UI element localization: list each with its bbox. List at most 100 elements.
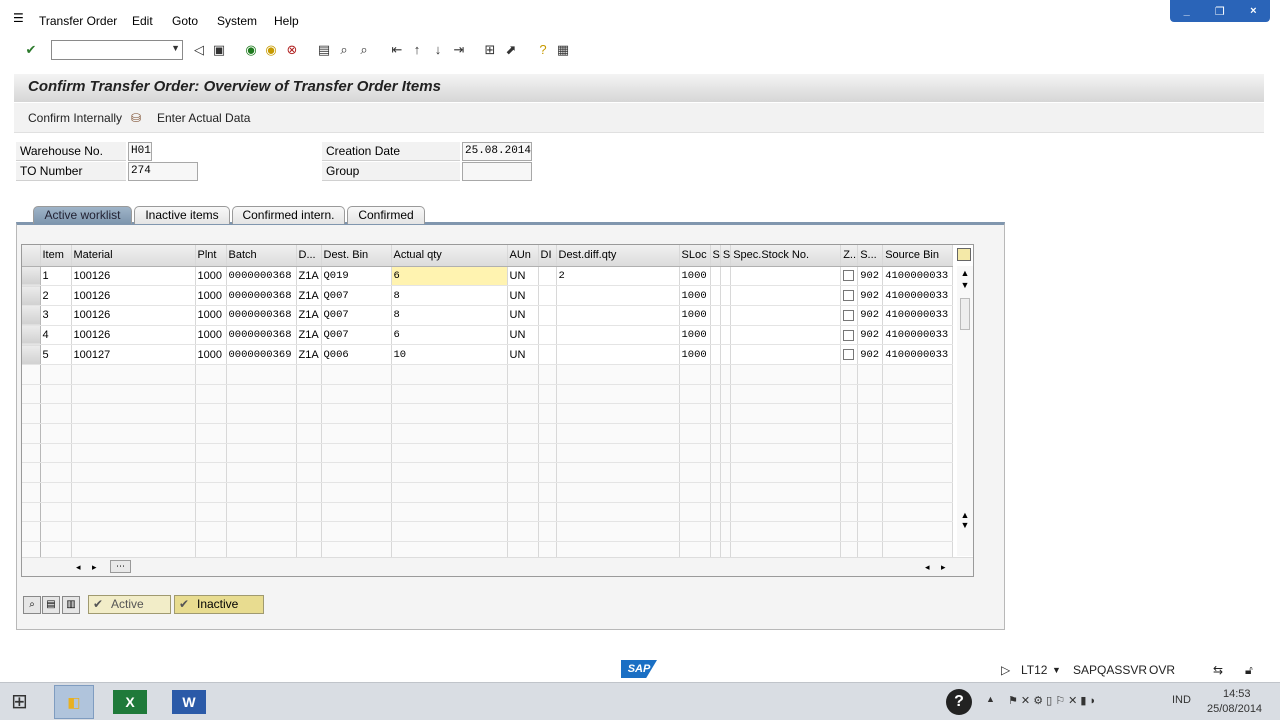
table-input-cell[interactable]: 10 xyxy=(391,344,508,365)
scroll-thumb[interactable] xyxy=(960,298,970,330)
create-session-icon[interactable]: ⊞ xyxy=(482,42,498,58)
row-selector[interactable] xyxy=(22,443,41,464)
column-header[interactable]: AUn xyxy=(507,245,539,267)
scroll-up-bottom-icon[interactable]: ▲ xyxy=(957,510,973,520)
command-field[interactable]: ▼ xyxy=(51,40,183,60)
word-app-icon[interactable]: W xyxy=(172,690,206,714)
deselect-all-button[interactable]: ▥ xyxy=(62,596,80,614)
table-input-cell[interactable] xyxy=(556,325,680,346)
row-selector[interactable] xyxy=(22,266,41,287)
menu-goto[interactable]: Goto xyxy=(172,14,198,28)
tab-confirmed-internally[interactable]: Confirmed intern. xyxy=(232,206,345,224)
column-header[interactable]: S... xyxy=(857,245,884,267)
menu-system[interactable]: System xyxy=(217,14,257,28)
save-icon[interactable]: ▣ xyxy=(211,42,227,58)
table-row[interactable] xyxy=(22,502,954,523)
column-header[interactable]: Z.. xyxy=(840,245,859,267)
table-row[interactable] xyxy=(22,443,954,464)
windows-start-icon[interactable]: ⊞ xyxy=(11,689,28,714)
table-input-cell[interactable] xyxy=(556,305,680,326)
table-input-cell[interactable] xyxy=(730,325,842,346)
table-row[interactable]: 2 100126 1000 0000000368 Z1A Q007 8 UN 1000 902 41… xyxy=(22,285,954,306)
confirm-internally-button[interactable]: Confirm Internally xyxy=(28,111,122,125)
table-row[interactable]: 1 100126 1000 0000000368 Z1A Q019 6 UN 2 1000 902 4… xyxy=(22,266,954,287)
checkbox[interactable] xyxy=(843,290,855,302)
tab-active-worklist[interactable]: Active worklist xyxy=(33,206,132,224)
table-input-cell[interactable]: 6 xyxy=(391,266,508,287)
cancel-icon[interactable]: ⊗ xyxy=(284,42,300,58)
row-selector[interactable] xyxy=(22,521,41,543)
row-selector[interactable] xyxy=(22,462,41,484)
layout-icon[interactable]: ⇆ xyxy=(1213,663,1223,677)
row-selector[interactable] xyxy=(22,384,41,405)
column-header[interactable]: SLoc xyxy=(679,245,711,267)
scroll-down-icon[interactable]: ▼ xyxy=(957,280,973,290)
enter-actual-data-button[interactable]: Enter Actual Data xyxy=(157,111,250,125)
column-header[interactable]: Dest.diff.qty xyxy=(556,245,680,267)
find-icon[interactable]: ⌕ xyxy=(336,42,352,58)
row-selector[interactable] xyxy=(22,305,41,326)
enter-icon[interactable]: ✔ xyxy=(23,42,39,58)
back-arrow-icon[interactable]: ◁ xyxy=(191,42,207,58)
row-selector[interactable] xyxy=(22,344,41,365)
row-selector[interactable] xyxy=(22,364,41,385)
table-row[interactable] xyxy=(22,521,954,543)
column-header[interactable]: Material xyxy=(71,245,196,267)
select-all-header[interactable] xyxy=(22,245,41,267)
table-input-cell[interactable] xyxy=(730,285,842,306)
menu-help[interactable]: Help xyxy=(274,14,299,28)
table-cell[interactable] xyxy=(840,285,859,306)
column-header[interactable]: Source Bin xyxy=(882,245,954,267)
table-row[interactable] xyxy=(22,423,954,444)
minimize-icon[interactable]: _ xyxy=(1174,5,1200,17)
table-input-cell[interactable]: 8 xyxy=(391,305,508,326)
prev-page-icon[interactable]: ↑ xyxy=(409,42,425,58)
column-header[interactable]: Plnt xyxy=(195,245,227,267)
print-icon[interactable]: ▤ xyxy=(316,42,332,58)
back-green-icon[interactable]: ◉ xyxy=(243,42,259,58)
table-input-cell[interactable] xyxy=(556,285,680,306)
table-input-cell[interactable]: 8 xyxy=(391,285,508,306)
column-header[interactable]: D... xyxy=(296,245,322,267)
table-row[interactable] xyxy=(22,482,954,503)
table-input-cell[interactable]: 2 xyxy=(556,266,680,287)
table-input-cell[interactable]: 6 xyxy=(391,325,508,346)
table-input-cell[interactable] xyxy=(556,344,680,365)
last-page-icon[interactable]: ⇥ xyxy=(451,42,467,58)
tray-expand-icon[interactable]: ▲ xyxy=(986,694,995,704)
table-input-cell[interactable] xyxy=(730,305,842,326)
to-number-field[interactable]: 274 xyxy=(128,162,198,181)
table-cell[interactable] xyxy=(840,344,859,365)
table-cell[interactable] xyxy=(840,325,859,346)
exit-icon[interactable]: ◉ xyxy=(263,42,279,58)
help-icon[interactable]: ? xyxy=(535,42,551,58)
column-header[interactable]: Item xyxy=(40,245,72,267)
tab-confirmed[interactable]: Confirmed xyxy=(347,206,425,224)
customize-layout-icon[interactable]: ▦ xyxy=(555,42,571,58)
group-field[interactable] xyxy=(462,162,532,181)
close-icon[interactable]: × xyxy=(1240,5,1266,17)
row-selector[interactable] xyxy=(22,285,41,306)
chevron-down-icon[interactable]: ▼ xyxy=(171,43,180,53)
column-header[interactable]: S xyxy=(710,245,721,267)
row-selector[interactable] xyxy=(22,482,41,503)
restore-icon[interactable]: ❐ xyxy=(1207,5,1233,18)
table-settings-icon[interactable] xyxy=(957,248,971,261)
table-row[interactable]: 3 100126 1000 0000000368 Z1A Q007 8 UN 1000 902 41… xyxy=(22,305,954,326)
table-row[interactable] xyxy=(22,403,954,424)
row-selector[interactable] xyxy=(22,502,41,523)
column-header[interactable]: S xyxy=(720,245,732,267)
table-input-cell[interactable] xyxy=(730,344,842,365)
table-row[interactable] xyxy=(22,364,954,385)
inactive-button[interactable]: ✔ Inactive xyxy=(174,595,264,614)
column-header[interactable]: Spec.Stock No. xyxy=(730,245,842,267)
table-row[interactable]: 4 100126 1000 0000000368 Z1A Q007 6 UN 1000 902 41… xyxy=(22,325,954,346)
next-page-icon[interactable]: ↓ xyxy=(430,42,446,58)
column-header[interactable]: Actual qty xyxy=(391,245,508,267)
excel-app-icon[interactable]: X xyxy=(113,690,147,714)
checkbox[interactable] xyxy=(843,349,855,361)
table-input-cell[interactable] xyxy=(730,266,842,287)
scroll-up-icon[interactable]: ▲ xyxy=(957,268,973,278)
scroll-right-end-icon[interactable]: ▸ xyxy=(941,562,946,573)
vertical-scrollbar[interactable]: ▲ ▼ ▲ ▼ xyxy=(957,266,973,556)
